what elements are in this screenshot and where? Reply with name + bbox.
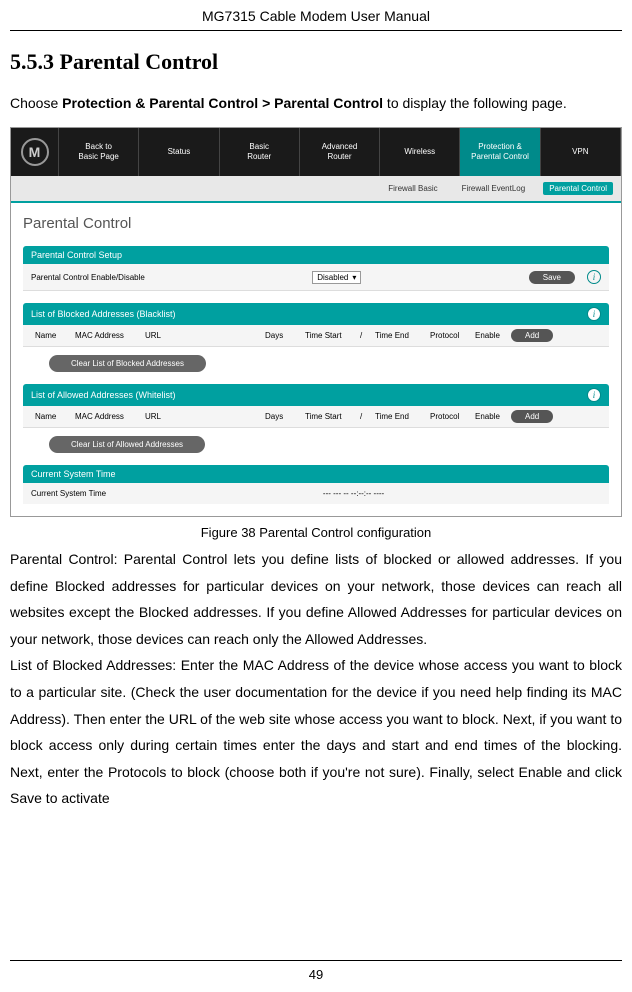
th-enable: Enable xyxy=(471,329,511,342)
save-button[interactable]: Save xyxy=(529,271,575,284)
content-area: Parental Control Parental Control Setup … xyxy=(11,203,621,516)
paragraph-2: List of Blocked Addresses: Enter the MAC… xyxy=(10,652,622,812)
nav-wireless[interactable]: Wireless xyxy=(380,128,460,176)
info-icon[interactable]: i xyxy=(587,307,601,321)
nav-basic-router[interactable]: BasicRouter xyxy=(220,128,300,176)
blacklist-title: List of Blocked Addresses (Blacklist) xyxy=(31,309,176,319)
page-heading: Parental Control xyxy=(23,215,609,232)
th-enable: Enable xyxy=(471,410,511,423)
blacklist-header-row: Name MAC Address URL Days Time Start / T… xyxy=(23,325,609,347)
dropdown-value: Disabled xyxy=(317,273,348,282)
setup-bar: Parental Control Setup xyxy=(23,246,609,264)
section-title: Parental Control xyxy=(60,49,219,74)
systime-label: Current System Time xyxy=(31,489,106,498)
brand-logo: M xyxy=(11,128,59,176)
systime-bar: Current System Time xyxy=(23,465,609,483)
th-slash: / xyxy=(356,410,371,423)
nav-advanced-router[interactable]: AdvancedRouter xyxy=(300,128,380,176)
th-slash: / xyxy=(356,329,371,342)
systime-section: Current System Time Current System Time … xyxy=(23,465,609,504)
th-protocol: Protocol xyxy=(426,329,471,342)
add-button-blacklist[interactable]: Add xyxy=(511,329,553,342)
blacklist-bar: List of Blocked Addresses (Blacklist) i xyxy=(23,303,609,325)
th-url: URL xyxy=(141,410,261,423)
th-name: Name xyxy=(31,410,71,423)
th-mac: MAC Address xyxy=(71,329,141,342)
clear-blacklist-button[interactable]: Clear List of Blocked Addresses xyxy=(49,355,206,372)
info-icon[interactable]: i xyxy=(587,388,601,402)
setup-row: Parental Control Enable/Disable Disabled… xyxy=(23,264,609,291)
th-url: URL xyxy=(141,329,261,342)
nav-vpn[interactable]: VPN xyxy=(541,128,621,176)
add-button-whitelist[interactable]: Add xyxy=(511,410,553,423)
th-time-end: Time End xyxy=(371,329,426,342)
page-number: 49 xyxy=(10,960,622,982)
th-days: Days xyxy=(261,329,301,342)
th-days: Days xyxy=(261,410,301,423)
enable-disable-label: Parental Control Enable/Disable xyxy=(31,273,145,282)
whitelist-header-row: Name MAC Address URL Days Time Start / T… xyxy=(23,406,609,428)
intro-paragraph: Choose Protection & Parental Control > P… xyxy=(10,89,622,117)
info-icon[interactable]: i xyxy=(587,270,601,284)
systime-row: Current System Time --- --- -- --:--:-- … xyxy=(23,483,609,504)
th-time-start: Time Start xyxy=(301,410,356,423)
th-name: Name xyxy=(31,329,71,342)
intro-suffix: to display the following page. xyxy=(383,95,567,111)
subnav-parental-control[interactable]: Parental Control xyxy=(543,182,613,195)
intro-prefix: Choose xyxy=(10,95,62,111)
th-mac: MAC Address xyxy=(71,410,141,423)
config-screenshot: M Back toBasic Page Status BasicRouter A… xyxy=(10,127,622,517)
paragraph-1: Parental Control: Parental Control lets … xyxy=(10,546,622,652)
whitelist-bar: List of Allowed Addresses (Whitelist) i xyxy=(23,384,609,406)
section-number: 5.5.3 xyxy=(10,49,54,74)
clear-whitelist-button[interactable]: Clear List of Allowed Addresses xyxy=(49,436,205,453)
figure-caption: Figure 38 Parental Control configuration xyxy=(10,525,622,540)
nav-back-basic[interactable]: Back toBasic Page xyxy=(59,128,139,176)
enable-disable-dropdown[interactable]: Disabled ▾ xyxy=(312,271,361,284)
manual-header: MG7315 Cable Modem User Manual xyxy=(10,0,622,31)
subnav-firewall-basic[interactable]: Firewall Basic xyxy=(382,182,443,195)
th-protocol: Protocol xyxy=(426,410,471,423)
th-time-start: Time Start xyxy=(301,329,356,342)
systime-value: --- --- -- --:--:-- ---- xyxy=(323,489,384,498)
th-time-end: Time End xyxy=(371,410,426,423)
motorola-logo-icon: M xyxy=(21,138,49,166)
sub-nav: Firewall Basic Firewall EventLog Parenta… xyxy=(11,176,621,203)
chevron-down-icon: ▾ xyxy=(352,273,356,282)
top-nav: M Back toBasic Page Status BasicRouter A… xyxy=(11,128,621,176)
intro-bold: Protection & Parental Control > Parental… xyxy=(62,95,383,111)
section-heading: 5.5.3 Parental Control xyxy=(10,49,622,75)
subnav-firewall-eventlog[interactable]: Firewall EventLog xyxy=(456,182,532,195)
nav-status[interactable]: Status xyxy=(139,128,219,176)
whitelist-title: List of Allowed Addresses (Whitelist) xyxy=(31,390,176,400)
nav-protection[interactable]: Protection &Parental Control xyxy=(460,128,540,176)
